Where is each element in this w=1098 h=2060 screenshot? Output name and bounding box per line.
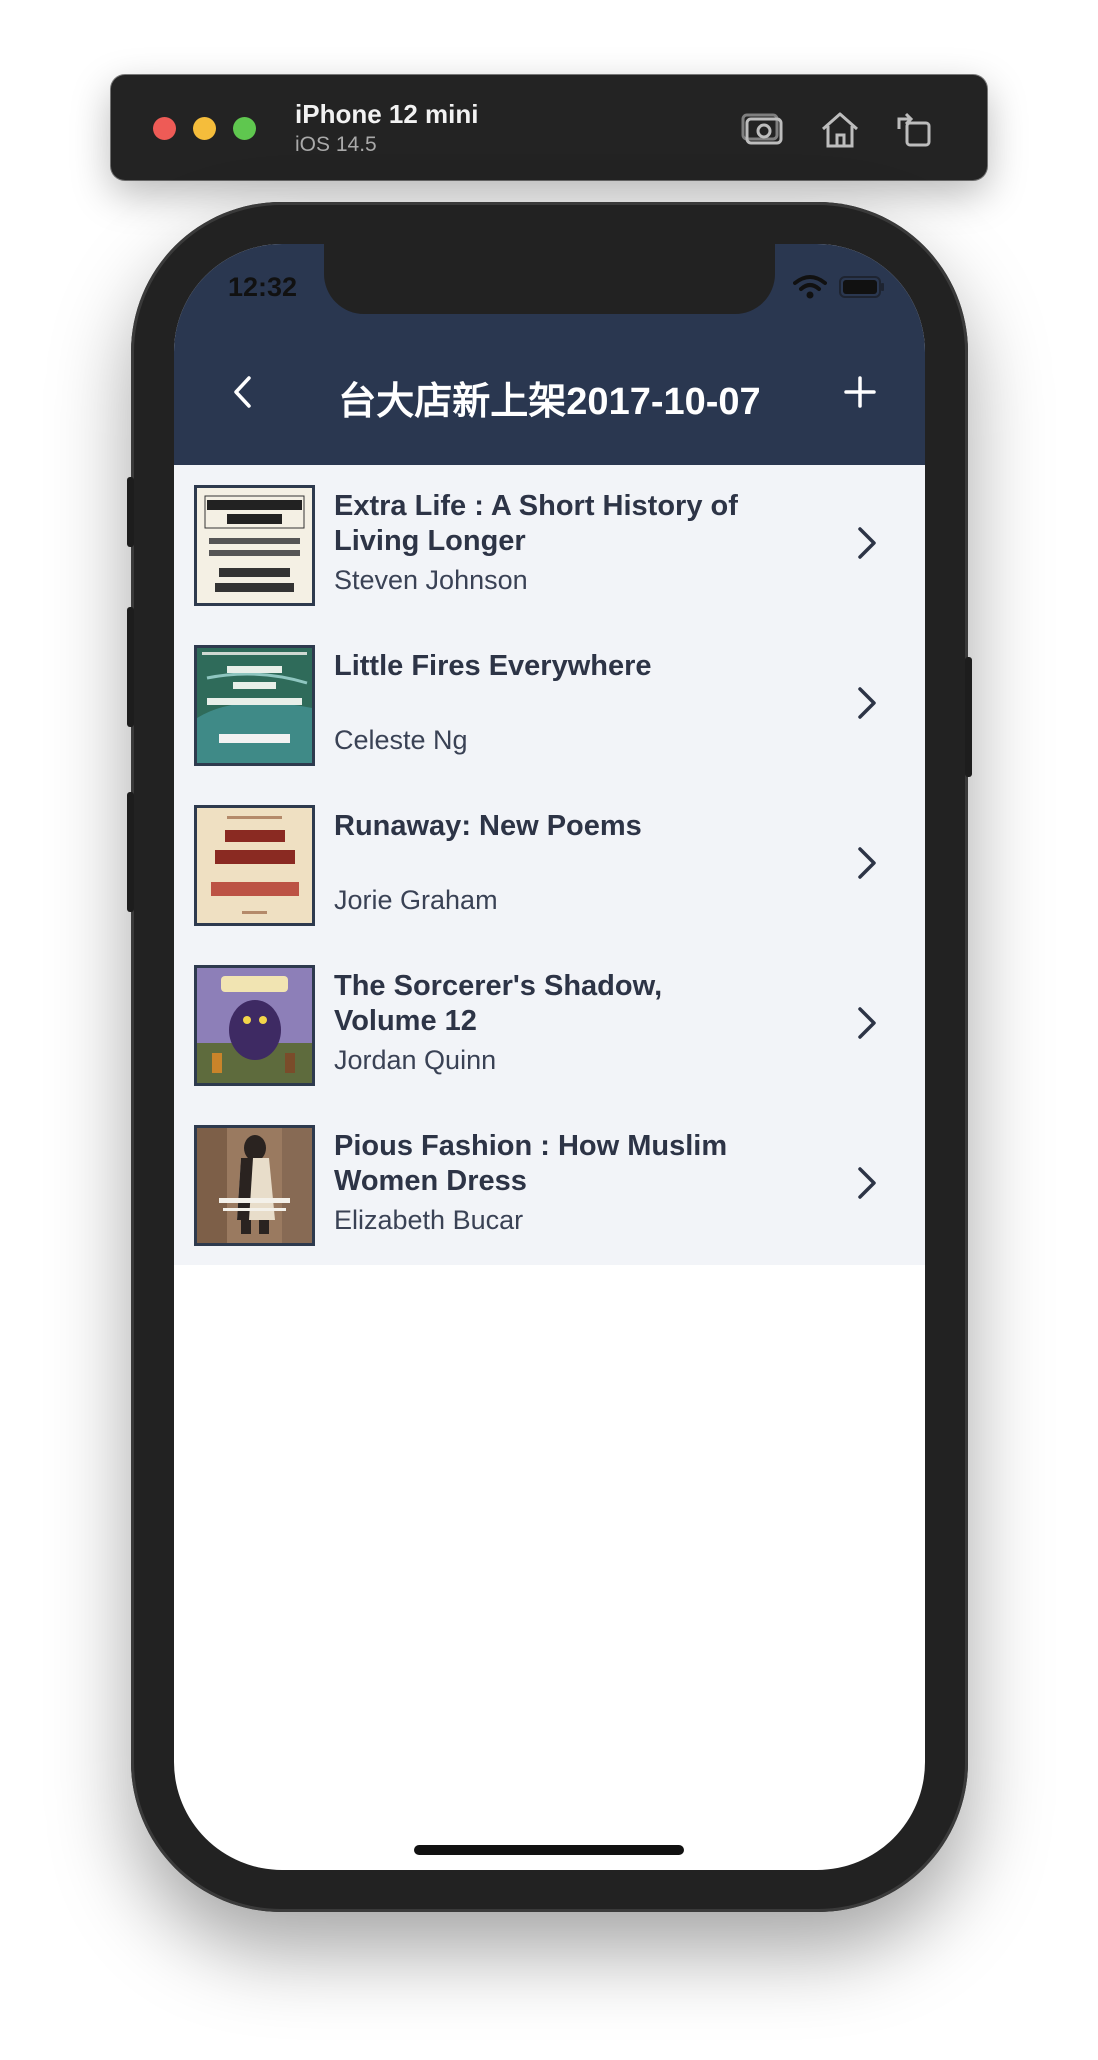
screenshot-button[interactable] <box>741 107 787 153</box>
navigation-bar: 12:32 台大店新上架2017-10-07 <box>174 244 925 465</box>
volume-down-button <box>127 792 134 912</box>
page-title: 台大店新上架2017-10-07 <box>338 381 761 423</box>
phone-frame: 12:32 台大店新上架2017-10-07 Extra Life: A Sh… <box>127 202 972 1912</box>
home-button[interactable] <box>817 107 863 153</box>
plus-icon <box>844 376 876 408</box>
simulator-title-bar: iPhone 12 mini iOS 14.5 <box>111 75 987 180</box>
add-button[interactable] <box>840 372 880 412</box>
book-author: Celeste Ng <box>334 725 468 755</box>
book-row[interactable]: Little Fires Everywhere Celeste Ng <box>174 625 925 785</box>
phone-screen: 12:32 台大店新上架2017-10-07 Extra Life: A Sh… <box>174 244 925 1870</box>
chevron-right-icon <box>858 1167 876 1199</box>
notch <box>324 244 775 314</box>
silent-switch <box>127 477 134 547</box>
book-author: Jorie Graham <box>334 885 498 915</box>
chevron-right-icon <box>858 1007 876 1039</box>
book-author: Jordan Quinn <box>334 1045 497 1075</box>
book-list: Extra Life : A Short History of Living L… <box>174 465 925 1265</box>
status-indicators <box>793 274 885 300</box>
chevron-right-icon <box>858 847 876 879</box>
device-name: iPhone 12 mini <box>295 99 479 129</box>
book-title: Extra Life : A Short History of Living L… <box>334 490 738 557</box>
volume-up-button <box>127 607 134 727</box>
book-row[interactable]: The Sorcerer's Shadow, Volume 12 Jordan … <box>174 945 925 1105</box>
home-indicator[interactable] <box>414 1845 684 1855</box>
battery-icon <box>839 276 884 298</box>
screenshot-icon <box>741 113 783 145</box>
rotate-icon <box>897 112 931 147</box>
book-author: Steven Johnson <box>334 565 528 595</box>
book-cover <box>194 1125 315 1246</box>
home-icon <box>822 112 858 148</box>
status-time: 12:32 <box>228 272 298 302</box>
power-button <box>965 657 972 777</box>
book-cover <box>194 805 315 926</box>
book-title: Pious Fashion : How Muslim Women Dress <box>334 1130 728 1197</box>
book-title: Runaway: New Poems <box>334 810 642 842</box>
rotate-button[interactable] <box>891 107 937 153</box>
chevron-right-icon <box>858 527 876 559</box>
os-version: iOS 14.5 <box>295 133 377 156</box>
minimize-window-button[interactable] <box>193 117 216 140</box>
wifi-icon <box>793 275 827 299</box>
book-author: Elizabeth Bucar <box>334 1205 524 1235</box>
book-row[interactable]: Extra Life : A Short History of Living L… <box>174 465 925 625</box>
zoom-window-button[interactable] <box>233 117 256 140</box>
book-cover <box>194 645 315 766</box>
book-row[interactable]: Pious Fashion : How Muslim Women Dress E… <box>174 1105 925 1265</box>
close-window-button[interactable] <box>153 117 176 140</box>
chevron-right-icon <box>858 687 876 719</box>
book-cover <box>194 965 315 1086</box>
book-title: The Sorcerer's Shadow, Volume 12 <box>334 970 663 1037</box>
book-cover <box>194 485 315 606</box>
book-title: Little Fires Everywhere <box>334 650 652 682</box>
book-row[interactable]: Runaway: New Poems Jorie Graham <box>174 785 925 945</box>
